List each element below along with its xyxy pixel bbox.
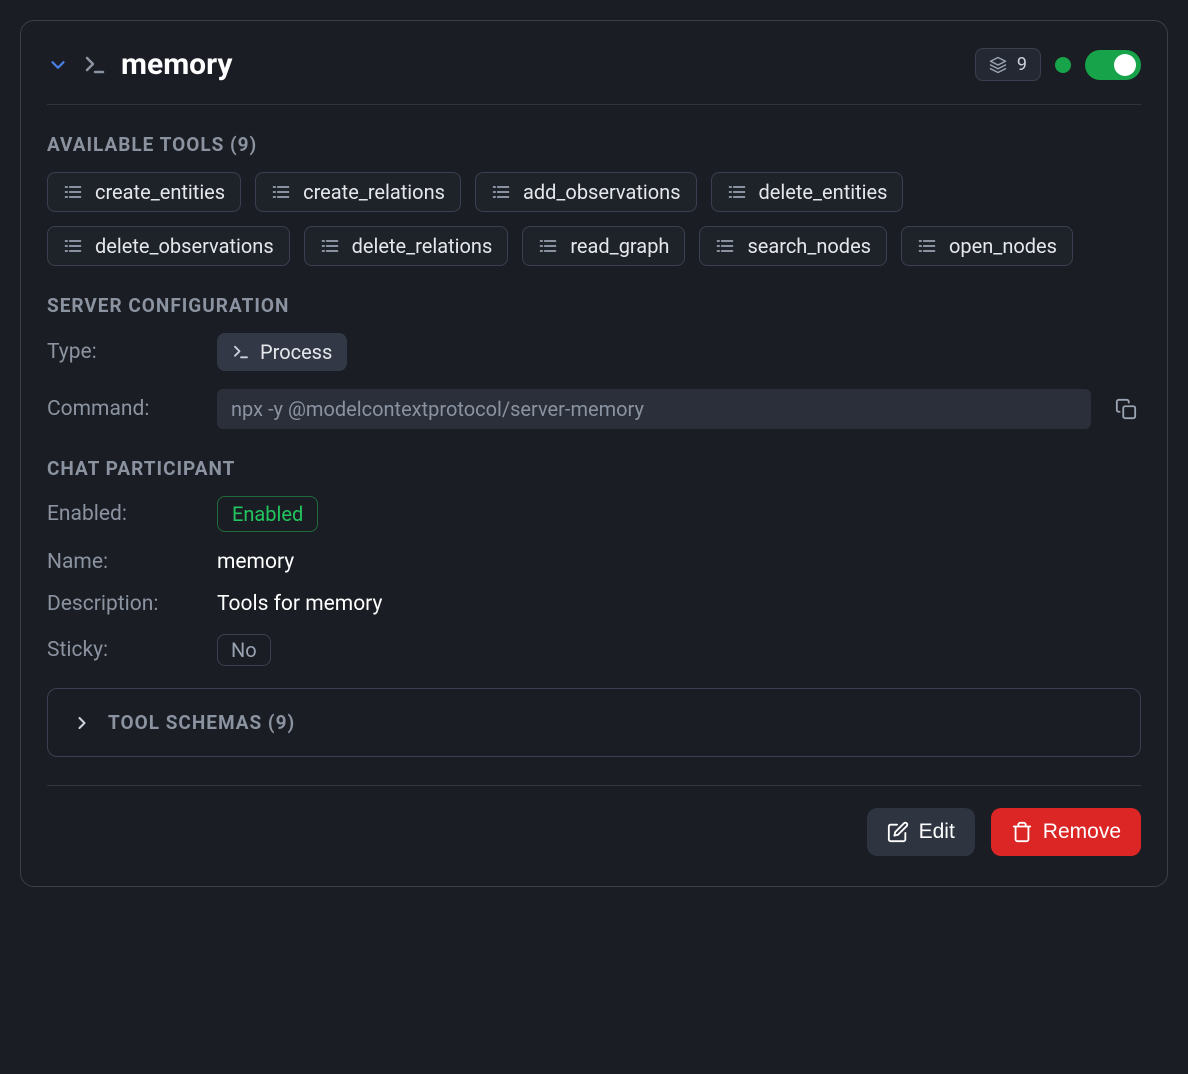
list-tree-icon: [63, 182, 83, 202]
layers-icon: [989, 56, 1007, 74]
tool-count-value: 9: [1017, 54, 1027, 75]
terminal-icon: [232, 343, 250, 361]
edit-icon: [887, 821, 909, 843]
list-tree-icon: [271, 182, 291, 202]
trash-icon: [1011, 821, 1033, 843]
participant-sticky-row: Sticky: No: [47, 634, 1141, 666]
list-tree-icon: [63, 236, 83, 256]
participant-description-row: Description: Tools for memory: [47, 592, 1141, 616]
tools-list: create_entities create_relations add_obser…: [47, 172, 1141, 266]
card-header: memory 9: [47, 47, 1141, 105]
tool-chip-label: create_entities: [95, 180, 225, 204]
command-value[interactable]: npx -y @modelcontextprotocol/server-memo…: [217, 389, 1091, 429]
copy-button[interactable]: [1111, 394, 1141, 424]
header-right: 9: [975, 48, 1141, 81]
list-tree-icon: [491, 182, 511, 202]
chevron-down-icon[interactable]: [47, 54, 69, 76]
tool-chip-label: delete_observations: [95, 234, 274, 258]
status-indicator: [1055, 57, 1071, 73]
type-value-pill: Process: [217, 333, 347, 371]
tool-chip-label: create_relations: [303, 180, 445, 204]
chat-participant-heading: CHAT PARTICIPANT: [47, 457, 1141, 480]
enabled-label: Enabled:: [47, 502, 197, 526]
tool-chip-label: open_nodes: [949, 234, 1057, 258]
card-footer: Edit Remove: [47, 785, 1141, 856]
terminal-icon: [83, 53, 107, 77]
copy-icon: [1115, 398, 1137, 420]
name-label: Name:: [47, 550, 197, 574]
tool-count-badge: 9: [975, 48, 1041, 81]
server-config-heading: SERVER CONFIGURATION: [47, 294, 1141, 317]
server-card: memory 9 AVAILABLE TOOLS (9) create_enti…: [20, 20, 1168, 887]
name-value: memory: [217, 550, 294, 574]
tool-schemas-label: TOOL SCHEMAS (9): [108, 711, 295, 734]
tool-chip-label: search_nodes: [747, 234, 871, 258]
participant-name-row: Name: memory: [47, 550, 1141, 574]
remove-button-label: Remove: [1043, 820, 1121, 844]
tool-chip[interactable]: delete_entities: [711, 172, 904, 212]
participant-enabled-row: Enabled: Enabled: [47, 496, 1141, 532]
tool-chip[interactable]: delete_observations: [47, 226, 290, 266]
tool-chip[interactable]: read_graph: [522, 226, 685, 266]
tool-chip-label: read_graph: [570, 234, 669, 258]
sticky-badge: No: [217, 634, 271, 666]
tool-schemas-toggle[interactable]: TOOL SCHEMAS (9): [47, 688, 1141, 757]
header-left: memory: [47, 47, 232, 82]
chevron-right-icon: [72, 713, 92, 733]
list-tree-icon: [917, 236, 937, 256]
tool-chip-label: delete_entities: [759, 180, 888, 204]
server-title: memory: [121, 47, 232, 82]
remove-button[interactable]: Remove: [991, 808, 1141, 856]
available-tools-heading: AVAILABLE TOOLS (9): [47, 133, 1141, 156]
tool-chip[interactable]: create_relations: [255, 172, 461, 212]
list-tree-icon: [320, 236, 340, 256]
list-tree-icon: [538, 236, 558, 256]
config-type-row: Type: Process: [47, 333, 1141, 371]
tool-chip[interactable]: create_entities: [47, 172, 241, 212]
sticky-label: Sticky:: [47, 638, 197, 662]
list-tree-icon: [727, 182, 747, 202]
type-value: Process: [260, 340, 332, 364]
tool-chip[interactable]: search_nodes: [699, 226, 887, 266]
list-tree-icon: [715, 236, 735, 256]
tool-chip[interactable]: open_nodes: [901, 226, 1073, 266]
enabled-badge: Enabled: [217, 496, 318, 532]
command-label: Command:: [47, 397, 197, 421]
tool-chip[interactable]: add_observations: [475, 172, 697, 212]
edit-button-label: Edit: [919, 820, 955, 844]
type-label: Type:: [47, 340, 197, 364]
tool-chip[interactable]: delete_relations: [304, 226, 509, 266]
edit-button[interactable]: Edit: [867, 808, 975, 856]
tool-chip-label: add_observations: [523, 180, 681, 204]
tool-chip-label: delete_relations: [352, 234, 493, 258]
enable-toggle[interactable]: [1085, 50, 1141, 80]
config-command-row: Command: npx -y @modelcontextprotocol/se…: [47, 389, 1141, 429]
description-value: Tools for memory: [217, 592, 382, 616]
toggle-knob: [1114, 54, 1136, 76]
description-label: Description:: [47, 592, 197, 616]
